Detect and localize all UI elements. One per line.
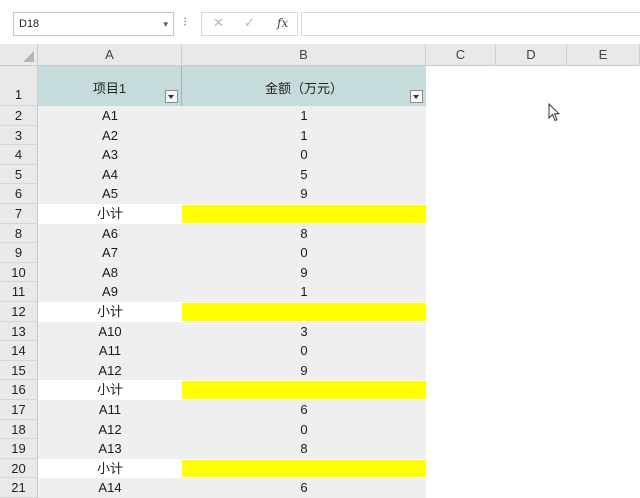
amount-cell[interactable]: 0	[182, 145, 426, 165]
formula-bar: D18 ▾ ⁝ ✕ ✓ fx	[0, 0, 640, 44]
row-header[interactable]: 13	[0, 321, 38, 342]
amount-cell[interactable]: 8	[182, 223, 426, 244]
item-cell[interactable]: A9	[38, 282, 182, 302]
header-cell-item-label: 项目1	[92, 81, 127, 96]
row-header[interactable]: 9	[0, 243, 38, 263]
header-cell-item[interactable]: 项目1	[38, 66, 182, 106]
item-cell[interactable]: A5	[38, 184, 182, 204]
item-cell[interactable]: A3	[38, 145, 182, 165]
item-cell[interactable]: A11	[38, 400, 182, 420]
row-header[interactable]: 10	[0, 262, 38, 283]
subtotal-label-cell[interactable]: 小计	[38, 204, 182, 224]
amount-cell[interactable]: 0	[182, 341, 426, 361]
item-cell[interactable]: A12	[38, 419, 182, 440]
row-header[interactable]: 21	[0, 478, 38, 498]
row-header[interactable]: 14	[0, 341, 38, 361]
column-header-d[interactable]: D	[496, 44, 567, 66]
row-header[interactable]: 15	[0, 360, 38, 381]
row-header[interactable]: 3	[0, 125, 38, 146]
subtotal-highlight	[182, 381, 426, 399]
row-header[interactable]: 5	[0, 164, 38, 185]
filter-dropdown-icon[interactable]	[410, 90, 423, 103]
item-cell[interactable]: A14	[38, 478, 182, 498]
item-cell[interactable]: A8	[38, 262, 182, 283]
amount-cell[interactable]: 6	[182, 478, 426, 498]
row-header[interactable]: 1	[0, 66, 38, 106]
item-cell[interactable]: A10	[38, 321, 182, 342]
subtotal-highlight	[182, 459, 426, 478]
select-all-button[interactable]	[0, 44, 38, 66]
more-options-icon[interactable]: ⁝	[183, 14, 187, 30]
subtotal-highlight	[182, 205, 426, 223]
name-box[interactable]: D18 ▾	[13, 12, 174, 36]
amount-cell[interactable]: 1	[182, 106, 426, 126]
column-header-c[interactable]: C	[426, 44, 496, 66]
chevron-down-icon[interactable]: ▾	[163, 13, 168, 35]
amount-cell[interactable]: 9	[182, 184, 426, 204]
item-cell[interactable]: A2	[38, 125, 182, 146]
item-cell[interactable]: A11	[38, 341, 182, 361]
row-header[interactable]: 12	[0, 302, 38, 322]
formula-input[interactable]	[301, 12, 640, 36]
column-header-a[interactable]: A	[38, 44, 182, 66]
subtotal-label-cell[interactable]: 小计	[38, 459, 182, 479]
column-header-e[interactable]: E	[567, 44, 640, 66]
row-header[interactable]: 2	[0, 106, 38, 126]
subtotal-amount-cell[interactable]	[182, 302, 426, 322]
name-box-value: D18	[19, 18, 40, 30]
subtotal-amount-cell[interactable]	[182, 380, 426, 400]
subtotal-highlight	[182, 303, 426, 321]
row-header[interactable]: 16	[0, 380, 38, 400]
amount-cell[interactable]: 0	[182, 243, 426, 263]
item-cell[interactable]: A4	[38, 164, 182, 185]
formula-buttons: ✕ ✓ fx	[201, 12, 298, 36]
amount-cell[interactable]: 1	[182, 282, 426, 302]
row-header[interactable]: 6	[0, 184, 38, 204]
item-cell[interactable]: A7	[38, 243, 182, 263]
item-cell[interactable]: A12	[38, 360, 182, 381]
item-cell[interactable]: A1	[38, 106, 182, 126]
mouse-pointer-icon	[548, 103, 560, 122]
amount-cell[interactable]: 5	[182, 164, 426, 185]
header-cell-amount-label: 金额（万元）	[264, 81, 343, 96]
subtotal-label-cell[interactable]: 小计	[38, 380, 182, 400]
subtotal-amount-cell[interactable]	[182, 459, 426, 479]
row-header[interactable]: 8	[0, 223, 38, 244]
insert-function-icon[interactable]: fx	[277, 16, 288, 30]
amount-cell[interactable]: 3	[182, 321, 426, 342]
cancel-icon[interactable]: ✕	[213, 15, 224, 31]
column-header-b[interactable]: B	[182, 44, 426, 66]
spreadsheet-grid[interactable]: A B C D E 1 项目1 金额（万元） 2 A1 1 3 A2 1 4 A3 0 5 A4 5 6…	[0, 44, 640, 498]
row-header[interactable]: 4	[0, 145, 38, 165]
enter-icon[interactable]: ✓	[244, 15, 255, 31]
filter-dropdown-icon[interactable]	[165, 90, 178, 103]
item-cell[interactable]: A6	[38, 223, 182, 244]
row-header[interactable]: 20	[0, 458, 38, 479]
amount-cell[interactable]: 1	[182, 125, 426, 146]
amount-cell[interactable]: 0	[182, 419, 426, 440]
item-cell[interactable]: A13	[38, 439, 182, 459]
amount-cell[interactable]: 9	[182, 262, 426, 283]
header-cell-amount[interactable]: 金额（万元）	[182, 66, 426, 106]
row-header[interactable]: 18	[0, 419, 38, 440]
amount-cell[interactable]: 6	[182, 400, 426, 420]
row-header[interactable]: 11	[0, 282, 38, 302]
subtotal-label-cell[interactable]: 小计	[38, 302, 182, 322]
amount-cell[interactable]: 8	[182, 439, 426, 459]
amount-cell[interactable]: 9	[182, 360, 426, 381]
subtotal-amount-cell[interactable]	[182, 204, 426, 224]
row-header[interactable]: 19	[0, 439, 38, 459]
row-header[interactable]: 17	[0, 400, 38, 420]
row-header[interactable]: 7	[0, 204, 38, 224]
